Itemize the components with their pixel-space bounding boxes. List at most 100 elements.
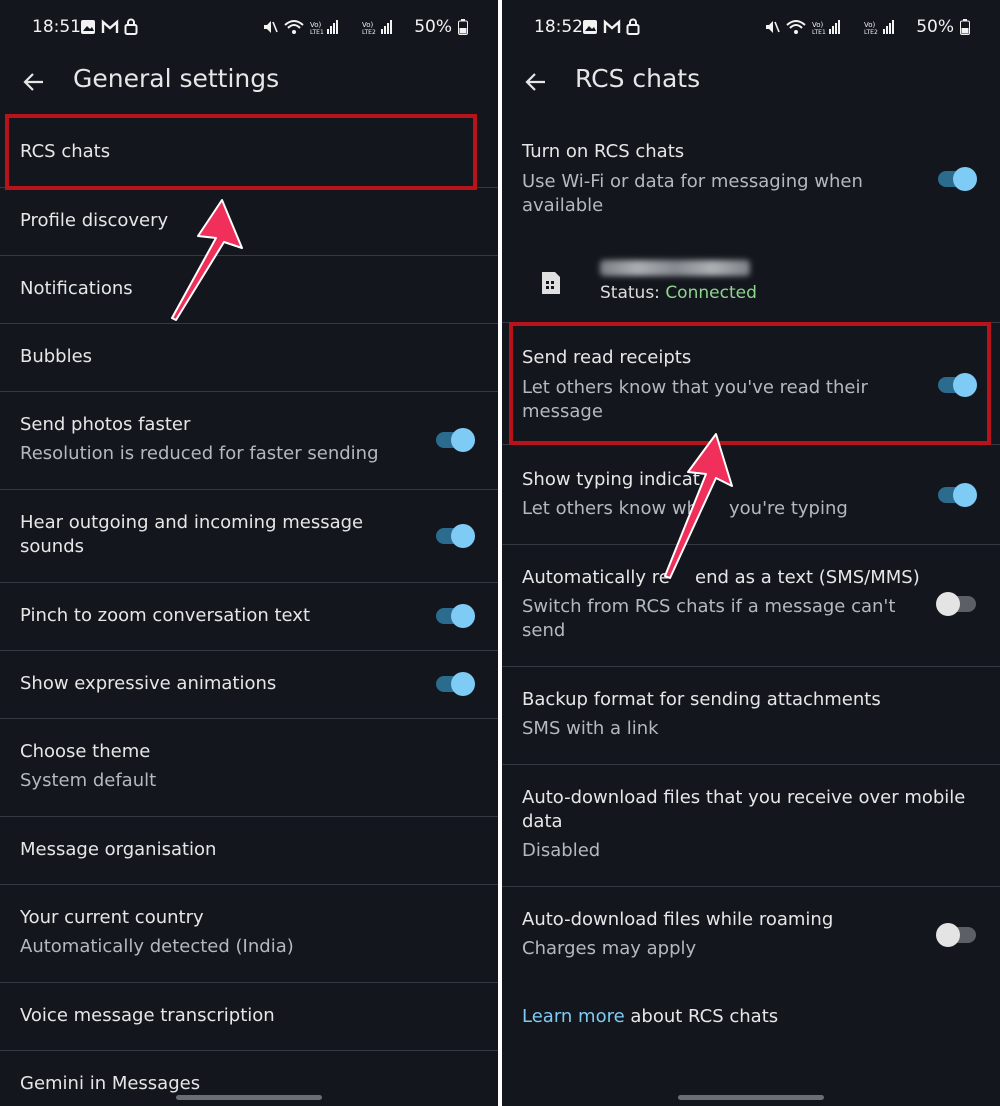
battery-level: 50% (916, 17, 954, 37)
settings-item-auto-download-mobile[interactable]: Auto-download files that you receive ove… (502, 765, 1000, 887)
svg-text:LTE2: LTE2 (362, 29, 376, 35)
status-time: 18:51 (32, 17, 81, 37)
item-subtitle: Resolution is reduced for faster sending (20, 443, 379, 464)
settings-item-expressive-animations[interactable]: Show expressive animations (0, 651, 498, 719)
gmail-icon (101, 18, 119, 35)
pinch-to-zoom-toggle[interactable] (436, 602, 475, 630)
learn-more-row: Learn more about RCS chats (502, 985, 1000, 1050)
item-label: Profile discovery (20, 210, 169, 231)
sim-status: Status: Connected (502, 255, 1000, 323)
message-sounds-toggle[interactable] (436, 522, 475, 550)
item-subtitle-line2: available (522, 195, 604, 216)
svg-text:Vo): Vo) (812, 21, 824, 29)
settings-item-backup-format[interactable]: Backup format for sending attachments SM… (502, 667, 1000, 765)
item-subtitle: SMS with a link (522, 718, 659, 739)
item-label: Backup format for sending attachments (522, 689, 881, 710)
settings-item-choose-theme[interactable]: Choose theme System default (0, 719, 498, 817)
home-indicator (176, 1095, 322, 1100)
settings-item-send-photos-faster[interactable]: Send photos faster Resolution is reduced… (0, 392, 498, 490)
highlight-box (509, 322, 991, 445)
item-label: Pinch to zoom conversation text (20, 605, 310, 626)
rcs-chats-screen: 18:52 Vo) LTE1 Vo) LTE2 50% RCS chats Turn… (502, 0, 1000, 1106)
item-label: Notifications (20, 278, 133, 299)
pointer-arrow-icon (664, 433, 733, 579)
mute-icon (262, 19, 278, 35)
wifi-icon (786, 19, 806, 35)
battery-icon (960, 19, 970, 35)
item-label: Choose theme (20, 741, 151, 762)
item-label: Auto-download files while roaming (522, 909, 834, 930)
back-button[interactable] (16, 64, 52, 100)
settings-item-pinch-to-zoom[interactable]: Pinch to zoom conversation text (0, 583, 498, 651)
lock-icon (124, 18, 138, 35)
status-connected: Connected (665, 283, 757, 303)
back-arrow-icon (23, 73, 43, 91)
item-label: Show expressive animations (20, 673, 277, 694)
signal-icon: Vo) LTE1 (310, 19, 356, 35)
settings-item-message-sounds[interactable]: Hear outgoing and incoming message sound… (0, 490, 498, 583)
gallery-icon (80, 19, 96, 35)
item-subtitle: System default (20, 770, 157, 791)
app-bar: RCS chats (502, 58, 1000, 106)
settings-item-auto-download-roaming[interactable]: Auto-download files while roaming Charge… (502, 887, 1000, 985)
item-label: Turn on RCS chats (522, 141, 685, 162)
pointer-arrow-icon (171, 199, 243, 321)
settings-item-message-organisation[interactable]: Message organisation (0, 817, 498, 885)
item-label-line2: sounds (20, 536, 85, 557)
sim-card-icon (542, 272, 560, 294)
status-bar: 18:51 Vo) LTE1 Vo) LTE2 50% (0, 0, 498, 58)
general-settings-screen: 18:51 Vo) LTE1 Vo) LTE2 50% General settin… (0, 0, 498, 1106)
turn-on-rcs-toggle[interactable] (938, 165, 977, 193)
item-subtitle: Automatically detected (India) (20, 936, 294, 957)
mute-icon (764, 19, 780, 35)
page-title: General settings (73, 64, 280, 93)
status-bar: 18:52 Vo) LTE1 Vo) LTE2 50% (502, 0, 1000, 58)
status-time: 18:52 (534, 17, 583, 37)
item-label: Gemini in Messages (20, 1073, 201, 1094)
settings-item-notifications[interactable]: Notifications (0, 256, 498, 324)
wifi-icon (284, 19, 304, 35)
item-label: Send photos faster (20, 414, 191, 435)
item-subtitle: Charges may apply (522, 938, 697, 959)
typing-indicators-toggle[interactable] (938, 481, 977, 509)
sim-status-text: Status: Connected (600, 283, 757, 303)
settings-item-auto-resend[interactable]: Automatically re end as a text (SMS/MMS)… (502, 545, 1000, 667)
learn-more-link[interactable]: Learn more (522, 1006, 625, 1027)
battery-level: 50% (414, 17, 452, 37)
settings-item-turn-on-rcs[interactable]: Turn on RCS chats Use Wi-Fi or data for … (502, 119, 1000, 237)
page-title: RCS chats (575, 64, 701, 93)
lock-icon (626, 18, 640, 35)
settings-item-voice-transcription[interactable]: Voice message transcription (0, 983, 498, 1051)
signal-icon: Vo) LTE2 (362, 19, 408, 35)
svg-text:LTE1: LTE1 (812, 29, 826, 35)
expressive-animations-toggle[interactable] (436, 670, 475, 698)
settings-item-profile-discovery[interactable]: Profile discovery (0, 188, 498, 256)
home-indicator (678, 1095, 824, 1100)
item-subtitle-line2: send (522, 620, 566, 641)
item-label: Hear outgoing and incoming message (20, 512, 364, 533)
auto-resend-toggle[interactable] (936, 590, 976, 618)
item-subtitle: Disabled (522, 840, 601, 861)
item-label: Automatically re (522, 567, 670, 588)
gmail-icon (603, 18, 621, 35)
item-label-line2: data (522, 811, 563, 832)
highlight-box (5, 114, 477, 190)
signal-icon: Vo) LTE1 (812, 19, 858, 35)
svg-text:Vo): Vo) (864, 21, 876, 29)
settings-item-bubbles[interactable]: Bubbles (0, 324, 498, 392)
send-photos-faster-toggle[interactable] (436, 426, 475, 454)
svg-text:LTE2: LTE2 (864, 29, 878, 35)
item-subtitle: Use Wi-Fi or data for messaging when (522, 171, 863, 192)
settings-item-current-country[interactable]: Your current country Automatically detec… (0, 885, 498, 983)
svg-text:Vo): Vo) (310, 21, 322, 29)
battery-icon (458, 19, 468, 35)
back-button[interactable] (518, 64, 554, 100)
item-label: Message organisation (20, 839, 217, 860)
back-arrow-icon (525, 73, 545, 91)
item-label: Bubbles (20, 346, 93, 367)
item-label: Your current country (20, 907, 204, 928)
blurred-phone-number (600, 260, 750, 276)
settings-item-typing-indicators[interactable]: Show typing indicat Let others know wh y… (502, 445, 1000, 545)
auto-download-roaming-toggle[interactable] (936, 921, 976, 949)
gallery-icon (582, 19, 598, 35)
